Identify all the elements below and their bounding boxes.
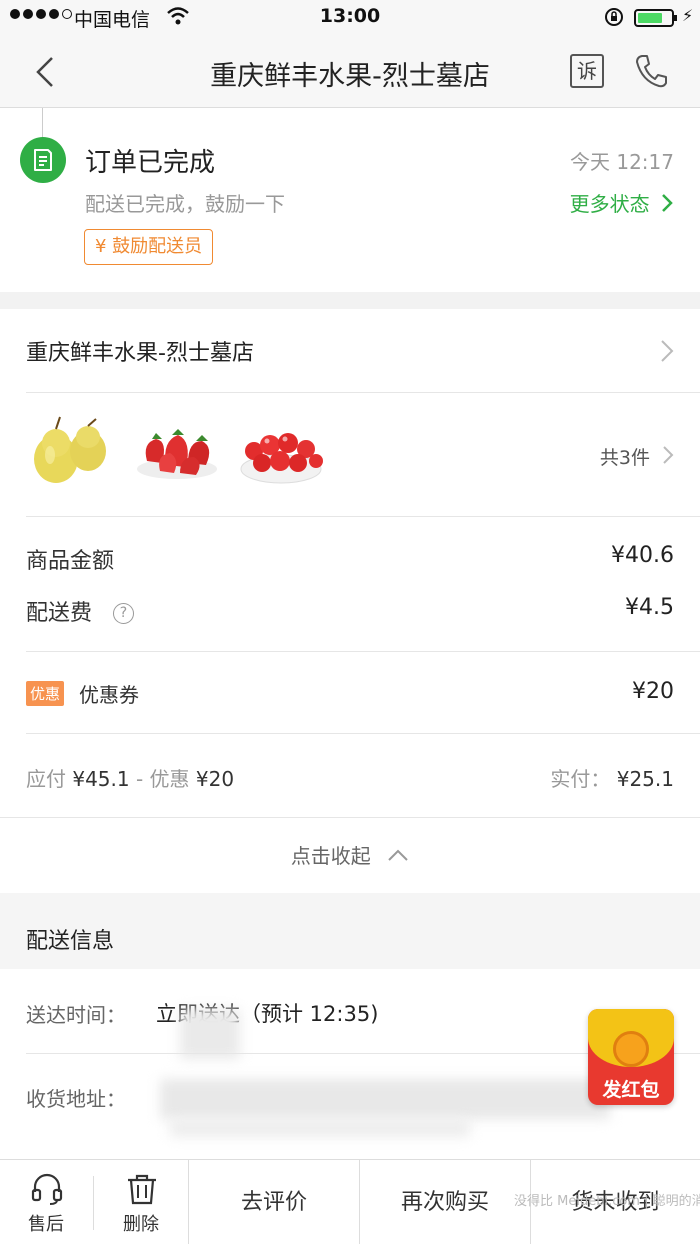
collapse-button[interactable]: 点击收起 [0, 817, 700, 893]
payment-summary: 应付 ¥45.1 - 优惠 ¥20 实付： ¥25.1 [26, 763, 674, 792]
review-button[interactable]: 去评价 [188, 1160, 359, 1244]
delivery-fee-value: ¥4.5 [625, 595, 674, 620]
discount-label: - 优惠 [135, 767, 190, 791]
chevron-right-icon [663, 446, 674, 464]
status-bar: 中国电信 13:00 ⚡ [0, 0, 700, 36]
delivery-info-title: 配送信息 [26, 929, 115, 954]
shop-row[interactable]: 重庆鲜丰水果-烈士墓店 [0, 309, 700, 392]
coupon-value: ¥20 [632, 679, 674, 704]
phone-icon[interactable] [634, 53, 668, 89]
shop-name: 重庆鲜丰水果-烈士墓店 [26, 341, 254, 366]
goods-row[interactable]: 共3件 [0, 393, 700, 517]
order-document-icon [20, 137, 66, 183]
order-status-time: 今天 12:17 [570, 150, 674, 174]
coupon-label: 优惠券 [79, 683, 140, 707]
timeline-line [42, 108, 43, 138]
more-status-label: 更多状态 [569, 192, 650, 216]
after-sale-button[interactable]: 售后 [0, 1160, 92, 1244]
divider [26, 733, 700, 734]
pear-image [34, 416, 106, 483]
order-status-card: 订单已完成 今天 12:17 配送已完成，鼓励一下 更多状态 ¥ 鼓励配送员 [0, 108, 700, 292]
coin-icon [613, 1031, 649, 1067]
help-icon[interactable]: ? [113, 603, 135, 624]
delivery-fee-row: 配送费 ? ¥4.5 [26, 595, 674, 627]
strawberry-image [137, 429, 217, 479]
actual-label: 实付： [550, 767, 611, 791]
divider [26, 651, 700, 652]
delivery-fee-label: 配送费 [26, 601, 93, 626]
actual-value: ¥25.1 [616, 767, 674, 791]
goods-amount-row: 商品金额 ¥40.6 [26, 543, 674, 575]
address-label: 收货地址： [26, 1087, 126, 1111]
actual-paid: 实付： ¥25.1 [550, 763, 674, 792]
clock: 13:00 [319, 5, 381, 27]
delivery-info-header: 配送信息 [0, 893, 700, 969]
rebuy-button[interactable]: 再次购买 [359, 1160, 530, 1244]
rotation-lock-icon [605, 8, 623, 26]
divider [26, 516, 700, 517]
redacted-address-line [170, 1119, 470, 1137]
coupon-badge: 优惠 [26, 681, 65, 706]
trash-icon [128, 1174, 156, 1205]
cheer-courier-button[interactable]: ¥ 鼓励配送员 [84, 229, 214, 265]
watermark: 没得比 Meidebi.com | 聪明的消费者 [514, 1194, 700, 1209]
redacted-mark [180, 1009, 240, 1059]
goods-amount-value: ¥40.6 [611, 543, 674, 568]
battery-icon [634, 9, 677, 27]
headset-icon [31, 1173, 63, 1205]
red-packet-label: 发红包 [602, 1079, 660, 1101]
coupon-row: 优惠 优惠券 ¥20 [26, 679, 674, 708]
delivery-time-label: 送达时间： [26, 1003, 126, 1027]
delete-button[interactable]: 删除 [95, 1160, 187, 1244]
red-packet-button[interactable]: 发红包 [588, 1009, 674, 1105]
navigation-bar: 重庆鲜丰水果-烈士墓店 诉 [0, 36, 700, 108]
delete-label: 删除 [123, 1214, 159, 1235]
complain-button[interactable]: 诉 [570, 54, 604, 88]
payable-label: 应付 [26, 767, 66, 791]
goods-amount-label: 商品金额 [26, 549, 115, 574]
more-status-link[interactable]: 更多状态 [570, 188, 674, 217]
chevron-right-icon [662, 194, 673, 212]
redacted-address [160, 1079, 610, 1119]
collapse-label: 点击收起 [290, 844, 371, 868]
payable-value: ¥45.1 [72, 767, 130, 791]
charging-icon: ⚡ [682, 6, 694, 25]
order-status-title: 订单已完成 [85, 148, 216, 178]
goods-count: 共3件 [599, 447, 650, 469]
cherry-tomato-image [240, 433, 323, 484]
chevron-right-icon [661, 340, 674, 362]
order-status-subtitle: 配送已完成，鼓励一下 [85, 192, 285, 216]
chevron-up-icon [388, 849, 408, 861]
discount-value: ¥20 [195, 767, 235, 791]
order-detail-card: 重庆鲜丰水果-烈士墓店 共3件 商品金额 ¥40.6 配送费 ? ¥4.5 优惠… [0, 309, 700, 893]
after-sale-label: 售后 [28, 1214, 64, 1235]
divider [93, 1176, 94, 1230]
